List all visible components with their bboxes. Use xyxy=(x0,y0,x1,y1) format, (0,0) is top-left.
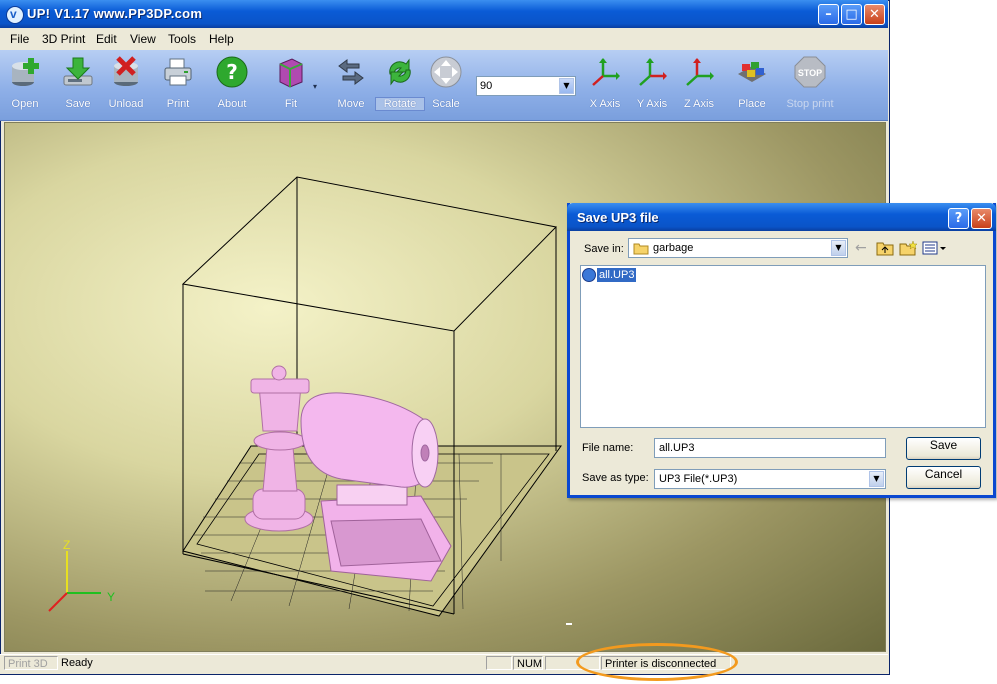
highlight-ellipse xyxy=(576,643,738,681)
minimize-button[interactable]: – xyxy=(818,4,839,25)
dialog-help-button[interactable]: ? xyxy=(948,208,969,229)
save-as-type-label: Save as type: xyxy=(582,472,649,484)
z-axis-button[interactable]: Z Axis xyxy=(674,52,724,118)
menu-edit[interactable]: Edit xyxy=(96,32,117,46)
move-button[interactable]: Move xyxy=(326,52,376,118)
unload-button[interactable]: Unload xyxy=(101,52,151,118)
axis-y-label: Y xyxy=(107,590,115,604)
unload-icon xyxy=(114,56,138,86)
save-icon xyxy=(63,57,93,86)
save-as-type-value: UP3 File(*.UP3) xyxy=(659,473,738,485)
axis-z-label: Z xyxy=(63,538,70,552)
z-axis-icon xyxy=(686,58,714,86)
save-in-label: Save in: xyxy=(584,243,624,255)
open-button[interactable]: Open xyxy=(0,52,50,118)
file-list[interactable] xyxy=(580,265,986,428)
fit-button[interactable]: Fit xyxy=(266,52,316,118)
file-name-input[interactable]: all.UP3 xyxy=(654,438,886,458)
file-name-value: all.UP3 xyxy=(659,442,695,454)
close-button[interactable]: ✕ xyxy=(864,4,885,25)
fit-label: Fit xyxy=(284,98,298,110)
menu-help[interactable]: Help xyxy=(209,32,234,46)
menu-file[interactable]: File xyxy=(10,32,29,46)
stop-sign-text: STOP xyxy=(798,68,822,78)
about-label: About xyxy=(217,98,247,110)
place-label: Place xyxy=(738,98,766,110)
menu-view[interactable]: View xyxy=(130,32,156,46)
status-pane-empty xyxy=(486,656,512,670)
move-arrows-icon xyxy=(338,59,364,85)
menu-3d-print[interactable]: 3D Print xyxy=(42,32,85,46)
save-as-type-select[interactable]: UP3 File(*.UP3) ▼ xyxy=(654,469,886,489)
y-axis-icon xyxy=(639,58,667,86)
up-logo-icon: v xyxy=(6,6,24,24)
dialog-close-button[interactable]: ✕ xyxy=(971,208,992,229)
view-menu-icon[interactable] xyxy=(922,240,948,256)
window-title: UP! V1.17 www.PP3DP.com xyxy=(27,6,203,21)
print-button[interactable]: Print xyxy=(153,52,203,118)
file-name-label: File name: xyxy=(582,442,634,454)
maximize-button[interactable]: □ xyxy=(841,4,862,25)
place-button[interactable]: Place xyxy=(727,52,777,118)
fit-dropdown-icon[interactable]: ▾ xyxy=(313,82,317,91)
scale-button[interactable]: Scale xyxy=(421,52,471,118)
save-in-select[interactable]: garbage ▼ xyxy=(628,238,848,258)
dialog-title: Save UP3 file xyxy=(577,210,659,225)
menu-tools[interactable]: Tools xyxy=(168,32,196,46)
help-icon: ? xyxy=(216,56,248,88)
up-folder-icon[interactable] xyxy=(876,240,894,256)
scale-label: Scale xyxy=(432,98,460,110)
svg-text:?: ? xyxy=(226,60,238,84)
scale-value: 90 xyxy=(480,80,493,92)
scale-icon xyxy=(430,56,462,88)
rotate-icon xyxy=(389,58,411,86)
fit-cube-icon xyxy=(279,58,303,88)
x-axis-icon xyxy=(592,58,620,86)
about-button[interactable]: ? About xyxy=(207,52,257,118)
stop-sign-icon: STOP xyxy=(794,56,826,88)
back-arrow-icon[interactable]: ← xyxy=(855,240,867,256)
scale-value-select[interactable]: 90 ▼ xyxy=(476,76,576,96)
file-name-item: all.UP3 xyxy=(597,268,637,282)
folder-icon xyxy=(633,243,649,255)
ready-status: Ready xyxy=(61,657,93,669)
up3-file-icon xyxy=(582,268,596,282)
axis-gizmo: Z Y xyxy=(48,538,115,612)
stop-print-label: Stop print xyxy=(786,98,834,110)
save-button-dialog[interactable]: Save xyxy=(906,437,981,460)
cursor-mark xyxy=(566,623,572,625)
num-lock-indicator: NUM xyxy=(513,656,543,670)
open-icon xyxy=(12,58,39,86)
mode-indicator: Print 3D xyxy=(4,656,58,670)
place-blocks-icon xyxy=(738,62,766,82)
new-folder-icon[interactable] xyxy=(899,240,917,256)
chevron-down-icon[interactable]: ▼ xyxy=(559,78,574,94)
stop-print-button[interactable]: STOP Stop print xyxy=(785,52,835,118)
cancel-button[interactable]: Cancel xyxy=(906,466,981,489)
chevron-down-icon[interactable]: ▼ xyxy=(869,471,884,487)
chevron-down-icon[interactable]: ▼ xyxy=(831,240,846,256)
printer-icon xyxy=(164,58,192,86)
folder-name: garbage xyxy=(653,242,694,254)
